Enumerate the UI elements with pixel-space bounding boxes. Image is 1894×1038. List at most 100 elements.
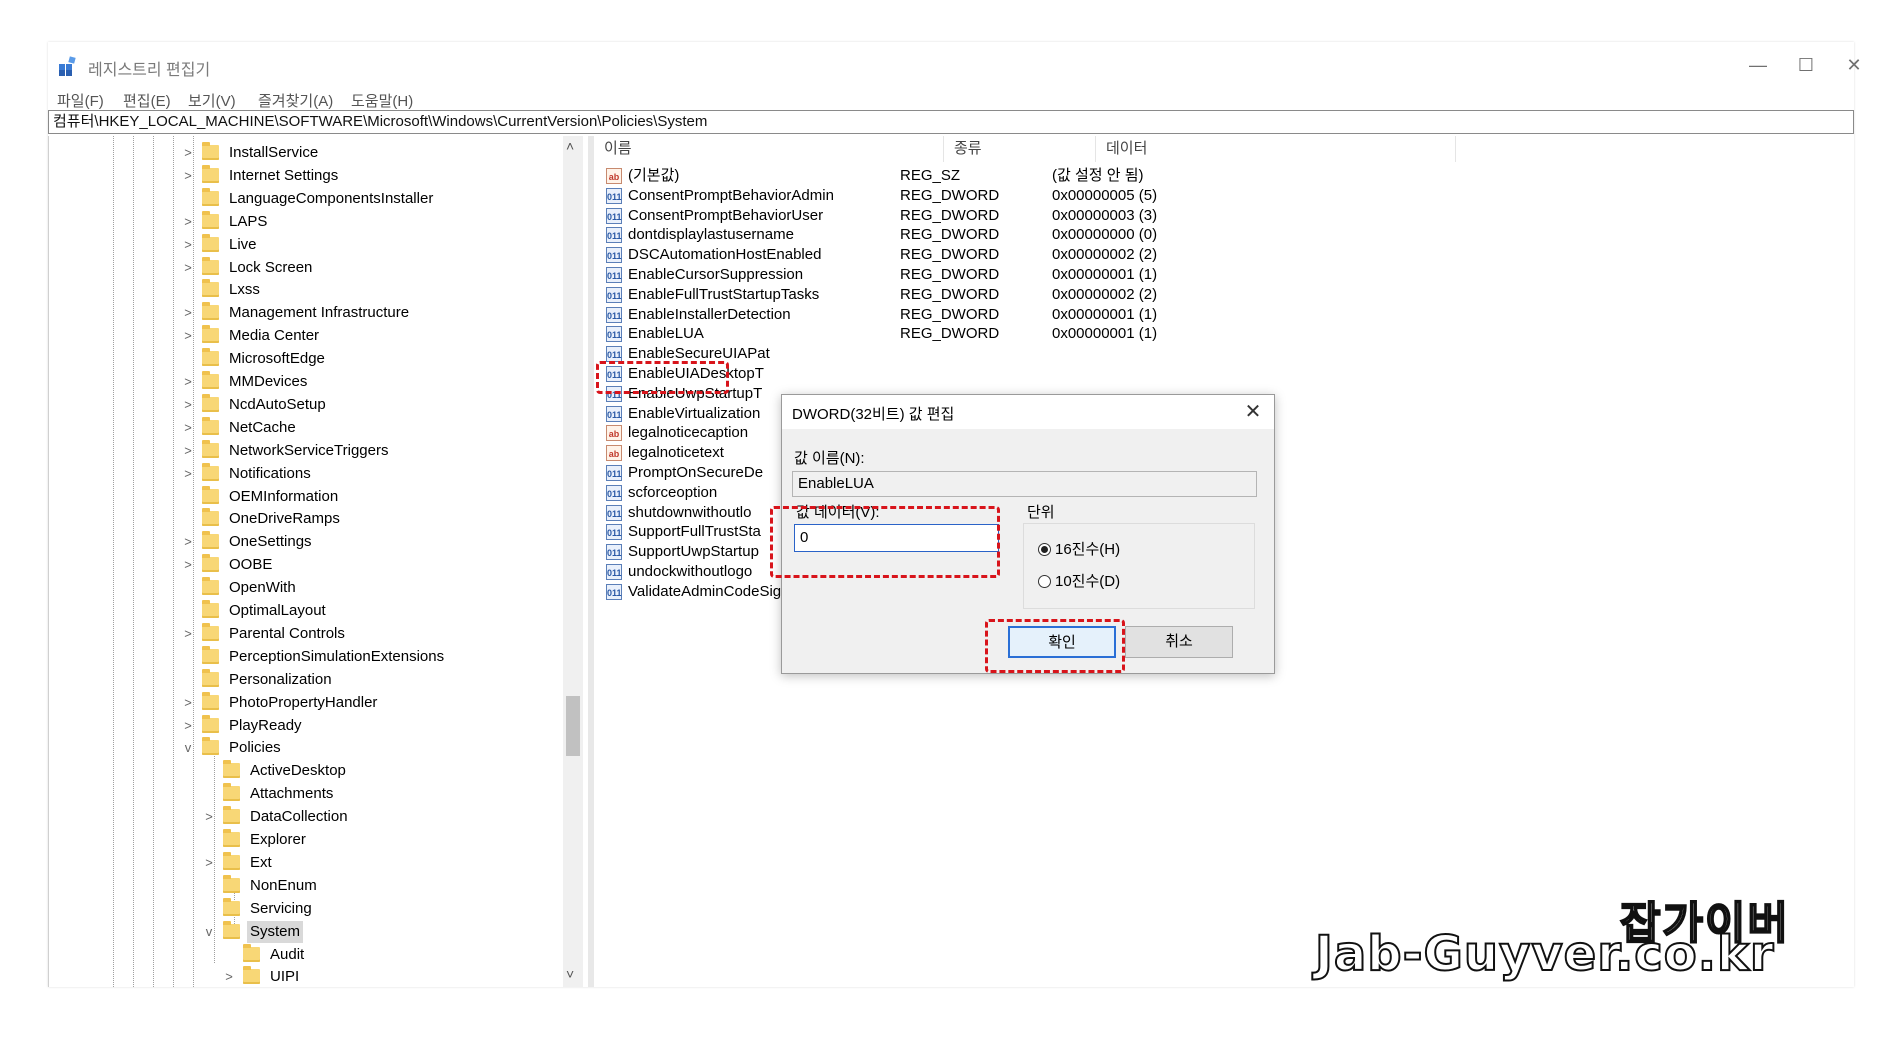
- menu-help[interactable]: 도움말(H): [351, 90, 413, 111]
- column-header-type[interactable]: 종류: [944, 136, 1096, 162]
- folder-icon: [243, 966, 260, 985]
- dword-value-icon: 011: [606, 187, 622, 204]
- chevron-right-icon[interactable]: >: [180, 440, 196, 462]
- cancel-button[interactable]: 취소: [1125, 626, 1233, 658]
- menu-view[interactable]: 보기(V): [188, 90, 236, 111]
- tree-item-label: PerceptionSimulationExtensions: [229, 647, 445, 665]
- tree-item-label: Parental Controls: [229, 624, 345, 642]
- tree-scrollbar[interactable]: ˄ ˅: [563, 136, 583, 987]
- radio-decimal[interactable]: 10진수(D): [1038, 570, 1120, 591]
- chevron-right-icon[interactable]: >: [180, 554, 196, 576]
- folder-icon: [202, 508, 219, 527]
- chevron-down-icon[interactable]: v: [180, 737, 196, 759]
- tree-item-label: MMDevices: [229, 373, 308, 390]
- string-value-icon: ab: [606, 168, 622, 184]
- radio-hex[interactable]: 16진수(H): [1038, 538, 1120, 559]
- value-data-input[interactable]: 0: [794, 524, 999, 552]
- tree-item-label: OpenWith: [229, 579, 296, 597]
- menu-favorites[interactable]: 즐겨찾기(A): [258, 90, 333, 111]
- tree-item-label: PhotoPropertyHandler: [229, 693, 378, 711]
- chevron-right-icon[interactable]: >: [180, 142, 196, 164]
- dword-value-icon: 011: [606, 405, 622, 422]
- minimize-button[interactable]: —: [1738, 50, 1778, 80]
- address-bar[interactable]: 컴퓨터\HKEY_LOCAL_MACHINE\SOFTWARE\Microsof…: [48, 110, 1854, 134]
- column-header-name[interactable]: 이름: [594, 136, 944, 162]
- tree-item-label: OOBE: [229, 556, 273, 574]
- dialog-close-icon[interactable]: ✕: [1240, 399, 1266, 425]
- chevron-right-icon[interactable]: >: [221, 966, 237, 987]
- scroll-up-icon[interactable]: ˄: [566, 138, 574, 154]
- chevron-right-icon[interactable]: >: [180, 715, 196, 737]
- dword-value-icon: 011: [606, 544, 622, 561]
- folder-icon: [202, 714, 219, 733]
- chevron-right-icon[interactable]: >: [180, 302, 196, 324]
- dialog-title-bar: DWORD(32비트) 값 편집 ✕: [782, 395, 1274, 429]
- tree-item-label: LanguageComponentsInstaller: [229, 189, 434, 207]
- menu-edit[interactable]: 편집(E): [123, 90, 171, 111]
- folder-icon: [202, 416, 219, 435]
- dword-value-icon: 011: [606, 385, 622, 402]
- tree-item-label: DataCollection: [250, 808, 348, 826]
- folder-icon: [202, 302, 219, 321]
- chevron-right-icon[interactable]: >: [180, 325, 196, 347]
- tree-item-label: UIPI: [270, 968, 300, 986]
- maximize-button[interactable]: ☐: [1786, 50, 1826, 80]
- folder-icon: [202, 737, 219, 756]
- chevron-right-icon[interactable]: >: [180, 165, 196, 187]
- chevron-right-icon[interactable]: >: [180, 394, 196, 416]
- folder-icon: [202, 325, 219, 344]
- close-button[interactable]: ✕: [1834, 50, 1874, 80]
- scroll-down-icon[interactable]: ˅: [566, 966, 574, 982]
- tree-guide-line: [133, 136, 134, 987]
- chevron-right-icon[interactable]: >: [180, 463, 196, 485]
- chevron-right-icon[interactable]: >: [180, 211, 196, 233]
- tree-item-label: LAPS: [229, 212, 268, 230]
- value-name-label: 값 이름(N):: [794, 450, 865, 467]
- tree-item-label: OneSettings: [229, 533, 312, 551]
- dword-value-icon: 011: [606, 524, 622, 541]
- dword-value-icon: 011: [606, 484, 622, 501]
- chevron-right-icon[interactable]: >: [201, 852, 217, 874]
- tree-item-label: Attachments: [250, 785, 334, 803]
- dword-value-icon: 011: [606, 306, 622, 323]
- chevron-right-icon[interactable]: >: [201, 806, 217, 828]
- tree-item-label: Explorer: [250, 831, 306, 848]
- dword-value-icon: 011: [606, 504, 622, 521]
- dword-value-icon: 011: [606, 247, 622, 264]
- radio-hex-label: 16진수(H): [1055, 541, 1121, 558]
- menu-bar: 파일(F) 편집(E) 보기(V) 즐겨찾기(A) 도움말(H): [48, 86, 1854, 110]
- folder-icon: [243, 943, 260, 962]
- radio-selected-icon: [1038, 543, 1051, 556]
- folder-icon: [202, 164, 219, 183]
- radio-decimal-label: 10진수(D): [1055, 573, 1121, 590]
- chevron-right-icon[interactable]: >: [180, 257, 196, 279]
- dword-value-icon: 011: [606, 366, 622, 382]
- folder-icon: [202, 233, 219, 252]
- tree-scroll-thumb[interactable]: [566, 696, 580, 756]
- folder-icon: [223, 851, 240, 870]
- chevron-down-icon[interactable]: v: [201, 921, 217, 943]
- folder-icon: [202, 645, 219, 664]
- chevron-right-icon[interactable]: >: [180, 417, 196, 439]
- menu-file[interactable]: 파일(F): [57, 90, 104, 111]
- tree-item-label: Lock Screen: [229, 258, 313, 276]
- ok-button[interactable]: 확인: [1008, 626, 1116, 658]
- folder-icon: [223, 874, 240, 893]
- chevron-right-icon[interactable]: >: [180, 531, 196, 553]
- folder-icon: [202, 691, 219, 710]
- tree-item-label: OneDriveRamps: [229, 510, 340, 528]
- folder-icon: [223, 897, 240, 916]
- tree-item-label: NcdAutoSetup: [229, 395, 326, 413]
- chevron-right-icon[interactable]: >: [180, 623, 196, 645]
- dword-value-icon: 011: [606, 465, 622, 481]
- base-label: 단위: [1027, 504, 1055, 521]
- chevron-right-icon[interactable]: >: [180, 692, 196, 714]
- chevron-right-icon[interactable]: >: [180, 371, 196, 393]
- chevron-right-icon[interactable]: >: [180, 234, 196, 256]
- column-header-data[interactable]: 데이터: [1096, 136, 1456, 162]
- folder-icon: [202, 439, 219, 458]
- folder-icon: [202, 485, 219, 504]
- string-value-icon: ab: [606, 425, 622, 442]
- window-title: 레지스트리 편집기: [88, 62, 211, 79]
- folder-icon: [202, 531, 219, 550]
